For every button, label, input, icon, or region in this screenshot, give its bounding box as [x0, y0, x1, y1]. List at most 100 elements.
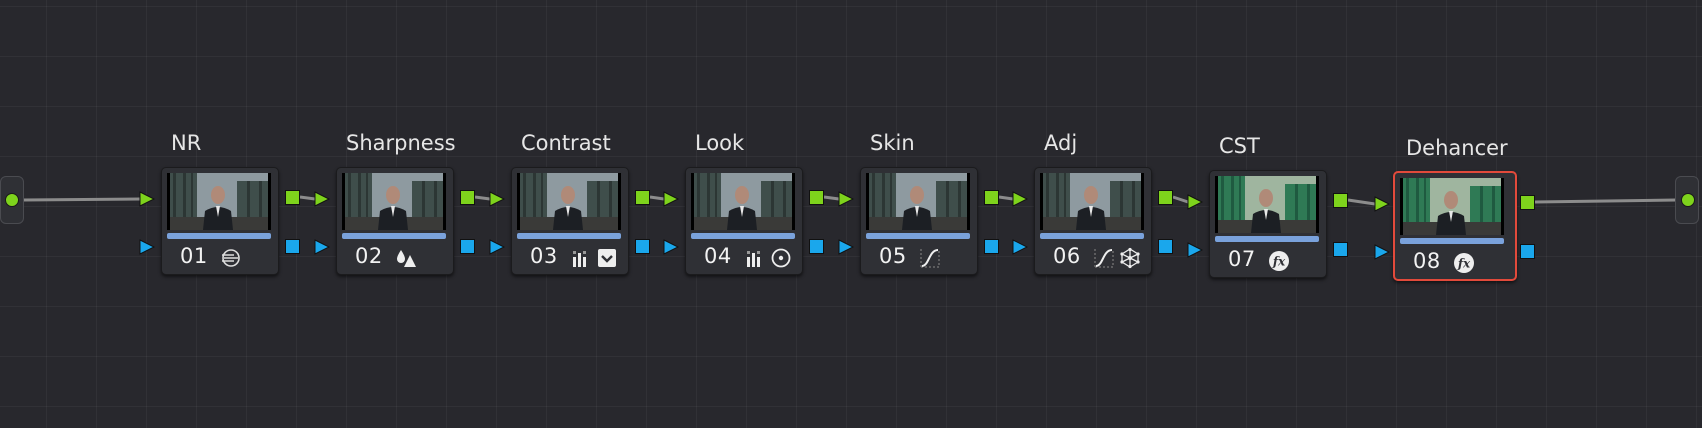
node-label: NR — [171, 131, 202, 155]
node-02-rgb-input[interactable] — [314, 191, 331, 211]
node-body[interactable]: 06 — [1034, 167, 1152, 275]
node-05-key-output[interactable] — [984, 239, 999, 254]
node-04-rgb-input[interactable] — [663, 191, 680, 211]
node-link[interactable] — [823, 195, 840, 201]
node-highlight-bar — [691, 233, 795, 239]
node-highlight-bar — [342, 233, 446, 239]
node-01-key-input[interactable] — [139, 239, 156, 259]
node-03-rgb-output[interactable] — [635, 190, 650, 205]
node-body[interactable]: 04 — [685, 167, 803, 275]
node-highlight-bar — [1215, 236, 1319, 242]
node-tool-icons — [744, 247, 792, 269]
node-07-rgb-output[interactable] — [1333, 193, 1348, 208]
node-label: Adj — [1044, 131, 1078, 155]
source-output-port[interactable] — [5, 193, 19, 207]
node-number: 05 — [879, 244, 907, 268]
node-thumbnail — [1040, 173, 1144, 230]
node-link[interactable] — [299, 195, 316, 201]
source-input-terminal[interactable] — [0, 176, 24, 224]
node-body[interactable]: 07 fx — [1209, 170, 1327, 278]
node-thumbnail — [167, 173, 271, 230]
node-number: 07 — [1228, 247, 1256, 271]
node-thumbnail — [1400, 178, 1504, 235]
node-number: 03 — [530, 244, 558, 268]
node-link[interactable] — [1534, 198, 1677, 204]
node-link[interactable] — [649, 195, 665, 201]
node-02-rgb-output[interactable] — [460, 190, 475, 205]
node-thumbnail — [342, 173, 446, 230]
node-tool-icons — [220, 247, 242, 269]
node-body[interactable]: 08 fx — [1393, 171, 1517, 281]
node-highlight-bar — [167, 233, 271, 239]
node-tool-icons — [395, 247, 417, 269]
node-07-key-output[interactable] — [1333, 242, 1348, 257]
node-06-key-input[interactable] — [1012, 239, 1029, 259]
node-tool-icons — [1093, 247, 1141, 269]
node-link[interactable] — [23, 197, 141, 202]
node-01-key-output[interactable] — [285, 239, 300, 254]
color-bars-icon — [744, 247, 766, 269]
node-link[interactable] — [1172, 195, 1189, 204]
node-08-key-input[interactable] — [1374, 244, 1391, 264]
node-thumbnail — [866, 173, 970, 230]
node-body[interactable]: 05 — [860, 167, 978, 275]
node-07-rgb-input[interactable] — [1187, 194, 1204, 214]
thumbnail-image — [1040, 173, 1144, 230]
fx-icon: fx — [1453, 252, 1475, 274]
node-number: 04 — [704, 244, 732, 268]
color-warper-icon — [1119, 247, 1141, 269]
node-08-key-output[interactable] — [1520, 244, 1535, 259]
node-06-rgb-input[interactable] — [1012, 191, 1029, 211]
node-04-rgb-output[interactable] — [809, 190, 824, 205]
custom-curve-icon — [919, 247, 941, 269]
node-06-rgb-output[interactable] — [1158, 190, 1173, 205]
node-02-key-input[interactable] — [314, 239, 331, 259]
svg-text:fx: fx — [1457, 257, 1471, 271]
node-number: 01 — [180, 244, 208, 268]
node-link[interactable] — [998, 195, 1014, 201]
thumbnail-image — [1215, 176, 1319, 233]
node-08-rgb-output[interactable] — [1520, 195, 1535, 210]
thumbnail-image — [342, 173, 446, 230]
curves-check-icon — [596, 247, 618, 269]
node-02-key-output[interactable] — [460, 239, 475, 254]
node-highlight-bar — [1040, 233, 1144, 239]
node-05-rgb-input[interactable] — [838, 191, 855, 211]
color-bars-icon — [570, 247, 592, 269]
node-thumbnail — [691, 173, 795, 230]
node-label: Contrast — [521, 131, 611, 155]
node-link[interactable] — [1347, 198, 1376, 206]
node-04-key-input[interactable] — [663, 239, 680, 259]
node-08-rgb-input[interactable] — [1374, 196, 1391, 216]
node-01-rgb-output[interactable] — [285, 190, 300, 205]
node-number: 08 — [1413, 249, 1441, 273]
node-body[interactable]: 02 — [336, 167, 454, 275]
node-label: Sharpness — [346, 131, 456, 155]
node-body[interactable]: 01 — [161, 167, 279, 275]
thumbnail-image — [1400, 178, 1504, 235]
node-graph-canvas[interactable]: NR 01 Sharpness 02 Contrast 03 Look 04 S… — [0, 0, 1702, 428]
node-highlight-bar — [517, 233, 621, 239]
node-03-rgb-input[interactable] — [489, 191, 506, 211]
node-number: 06 — [1053, 244, 1081, 268]
node-04-key-output[interactable] — [809, 239, 824, 254]
node-07-key-input[interactable] — [1187, 242, 1204, 262]
final-input-port[interactable] — [1681, 193, 1695, 207]
node-tool-icons: fx — [1268, 250, 1290, 272]
thumbnail-image — [691, 173, 795, 230]
fx-icon: fx — [1268, 250, 1290, 272]
node-03-key-input[interactable] — [489, 239, 506, 259]
blur-sharpen-icon — [395, 247, 417, 269]
node-05-key-input[interactable] — [838, 239, 855, 259]
thumbnail-image — [167, 173, 271, 230]
node-03-key-output[interactable] — [635, 239, 650, 254]
node-highlight-bar — [1400, 238, 1504, 244]
svg-text:fx: fx — [1272, 255, 1286, 269]
node-01-rgb-input[interactable] — [139, 191, 156, 211]
node-06-key-output[interactable] — [1158, 239, 1173, 254]
node-link[interactable] — [474, 195, 491, 201]
node-label: CST — [1219, 134, 1260, 158]
final-output-terminal[interactable] — [1675, 176, 1699, 224]
node-05-rgb-output[interactable] — [984, 190, 999, 205]
node-body[interactable]: 03 — [511, 167, 629, 275]
